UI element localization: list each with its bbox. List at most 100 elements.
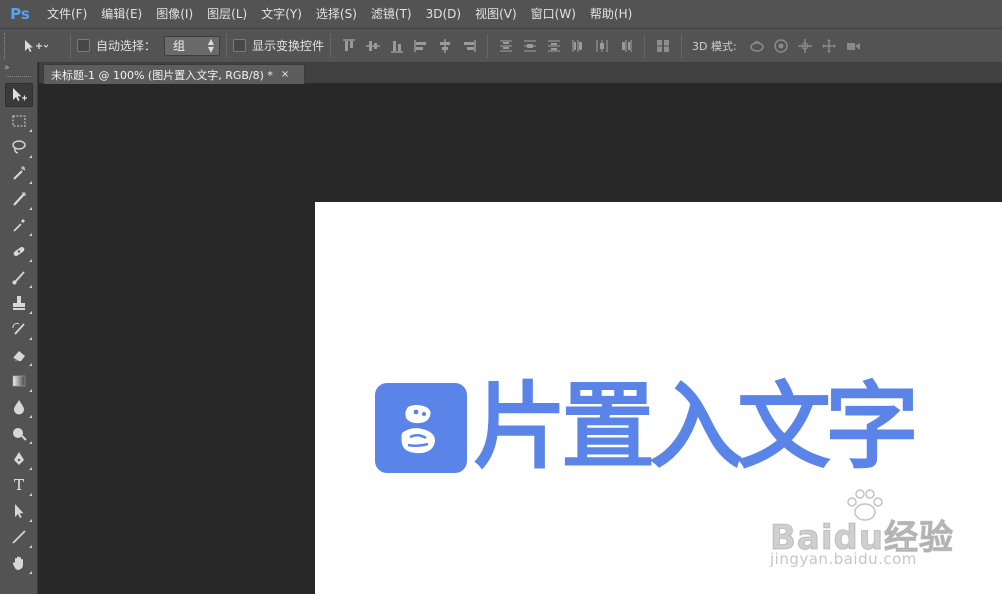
- divider: [226, 33, 228, 58]
- corner-indicator: [29, 233, 32, 236]
- chevron-up-down-icon: ▲ ▼: [207, 36, 215, 54]
- eraser-icon: [12, 351, 25, 362]
- align-hcenter-icon[interactable]: [437, 38, 453, 54]
- corner-indicator: [29, 545, 32, 548]
- dodge-tool[interactable]: [5, 421, 33, 445]
- divider: [70, 33, 71, 58]
- rectangular-marquee-tool[interactable]: [5, 109, 33, 133]
- menu-file[interactable]: 文件(F): [40, 0, 94, 28]
- corner-indicator: [29, 155, 32, 158]
- distribute-vcenter-icon[interactable]: [522, 38, 538, 54]
- headline-text: 片置入文字: [473, 373, 919, 482]
- corner-indicator: [29, 259, 32, 262]
- eraser-tool[interactable]: [5, 343, 33, 367]
- clone-stamp-tool[interactable]: [5, 291, 33, 315]
- blur-tool[interactable]: [5, 395, 33, 419]
- eyedropper-tool[interactable]: [5, 213, 33, 237]
- distribute-hcenter-icon[interactable]: [594, 38, 610, 54]
- crop-icon: [13, 192, 26, 206]
- menu-filter[interactable]: 滤镜(T): [364, 0, 419, 28]
- corner-indicator: [29, 389, 32, 392]
- document-tab-bar: 未标题-1 @ 100% (图片置入文字, RGB/8) * ×: [39, 62, 1002, 84]
- menu-edit[interactable]: 编辑(E): [94, 0, 149, 28]
- photoshop-window: Ps 文件(F) 编辑(E) 图像(I) 图层(L) 文字(Y) 选择(S) 滤…: [0, 0, 1002, 594]
- pen-tool[interactable]: [5, 447, 33, 471]
- type-icon: T: [13, 476, 24, 494]
- workspace: 片置入文字 Baidu经验 jingyan.baidu.com: [39, 84, 1002, 594]
- tool-preset-picker[interactable]: [22, 33, 64, 59]
- menu-select[interactable]: 选择(S): [309, 0, 364, 28]
- auto-select-value: 组: [173, 39, 186, 53]
- crop-tool[interactable]: [5, 187, 33, 211]
- spot-healing-tool[interactable]: [5, 239, 33, 263]
- corner-indicator: [29, 467, 32, 470]
- align-bottom-icon[interactable]: [389, 38, 405, 54]
- scale-3d-icon[interactable]: [845, 38, 861, 54]
- eyedropper-icon: [13, 219, 25, 232]
- show-transform-label: 显示变换控件: [252, 39, 325, 53]
- type-tool[interactable]: T: [5, 473, 33, 497]
- align-top-icon[interactable]: [341, 38, 357, 54]
- magic-wand-tool[interactable]: [5, 161, 33, 185]
- move-tool-icon: [25, 39, 48, 52]
- menu-window[interactable]: 窗口(W): [524, 0, 583, 28]
- corner-indicator: [29, 493, 32, 496]
- corner-indicator: [29, 441, 32, 444]
- slide-3d-icon[interactable]: [821, 38, 837, 54]
- distribute-top-icon[interactable]: [498, 38, 514, 54]
- stamp-icon: [13, 296, 25, 310]
- align-left-icon[interactable]: [413, 38, 429, 54]
- auto-align-layers-icon[interactable]: [655, 38, 671, 54]
- magic-wand-icon: [13, 166, 26, 180]
- collapse-panel-button[interactable]: »: [0, 62, 37, 76]
- corner-indicator: [29, 415, 32, 418]
- dodge-icon: [13, 428, 27, 441]
- menu-view[interactable]: 视图(V): [468, 0, 524, 28]
- corner-indicator: [29, 129, 32, 132]
- gradient-tool[interactable]: [5, 369, 33, 393]
- divider: [487, 33, 489, 58]
- tools-panel-grip[interactable]: [6, 76, 31, 81]
- distribute-right-icon[interactable]: [618, 38, 634, 54]
- move-tool[interactable]: [5, 83, 33, 107]
- rotate-3d-icon[interactable]: [749, 38, 765, 54]
- bandage-icon: [13, 246, 25, 257]
- corner-indicator: [29, 207, 32, 210]
- path-selection-tool[interactable]: [5, 499, 33, 523]
- corner-indicator: [29, 311, 32, 314]
- align-vcenter-icon[interactable]: [365, 38, 381, 54]
- menu-help[interactable]: 帮助(H): [583, 0, 639, 28]
- options-bar: 自动选择： 组 ▲ ▼ 显示变换控件 3D 模式:: [0, 28, 1002, 62]
- lasso-tool[interactable]: [5, 135, 33, 159]
- tools-panel: » T: [0, 62, 38, 594]
- corner-indicator: [29, 571, 32, 574]
- show-transform-checkbox[interactable]: [233, 39, 247, 52]
- roll-3d-icon[interactable]: [773, 38, 789, 54]
- menu-image[interactable]: 图像(I): [149, 0, 200, 28]
- auto-select-label: 自动选择：: [96, 39, 157, 53]
- distribute-bottom-icon[interactable]: [546, 38, 562, 54]
- history-brush-tool[interactable]: [5, 317, 33, 341]
- brush-tool[interactable]: [5, 265, 33, 289]
- menu-layer[interactable]: 图层(L): [200, 0, 254, 28]
- history-brush-icon: [12, 322, 25, 335]
- corner-indicator: [29, 181, 32, 184]
- menu-type[interactable]: 文字(Y): [254, 0, 309, 28]
- options-bar-grip[interactable]: [4, 32, 12, 59]
- close-icon[interactable]: ×: [281, 69, 289, 80]
- align-right-icon[interactable]: [461, 38, 477, 54]
- distribute-left-icon[interactable]: [570, 38, 586, 54]
- document-tab[interactable]: 未标题-1 @ 100% (图片置入文字, RGB/8) * ×: [43, 64, 305, 84]
- hand-tool[interactable]: [5, 551, 33, 575]
- divider: [681, 33, 683, 58]
- marquee-icon: [12, 115, 26, 127]
- line-tool[interactable]: [5, 525, 33, 549]
- document-canvas[interactable]: 片置入文字 Baidu经验 jingyan.baidu.com: [315, 202, 1002, 594]
- auto-select-checkbox[interactable]: [77, 39, 90, 52]
- drag-3d-icon[interactable]: [797, 38, 813, 54]
- line-icon: [12, 530, 26, 544]
- image-glyph-icon: [375, 383, 467, 473]
- menu-3d[interactable]: 3D(D): [419, 0, 468, 28]
- auto-select-dropdown[interactable]: 组 ▲ ▼: [164, 35, 221, 56]
- app-logo: Ps: [10, 5, 30, 23]
